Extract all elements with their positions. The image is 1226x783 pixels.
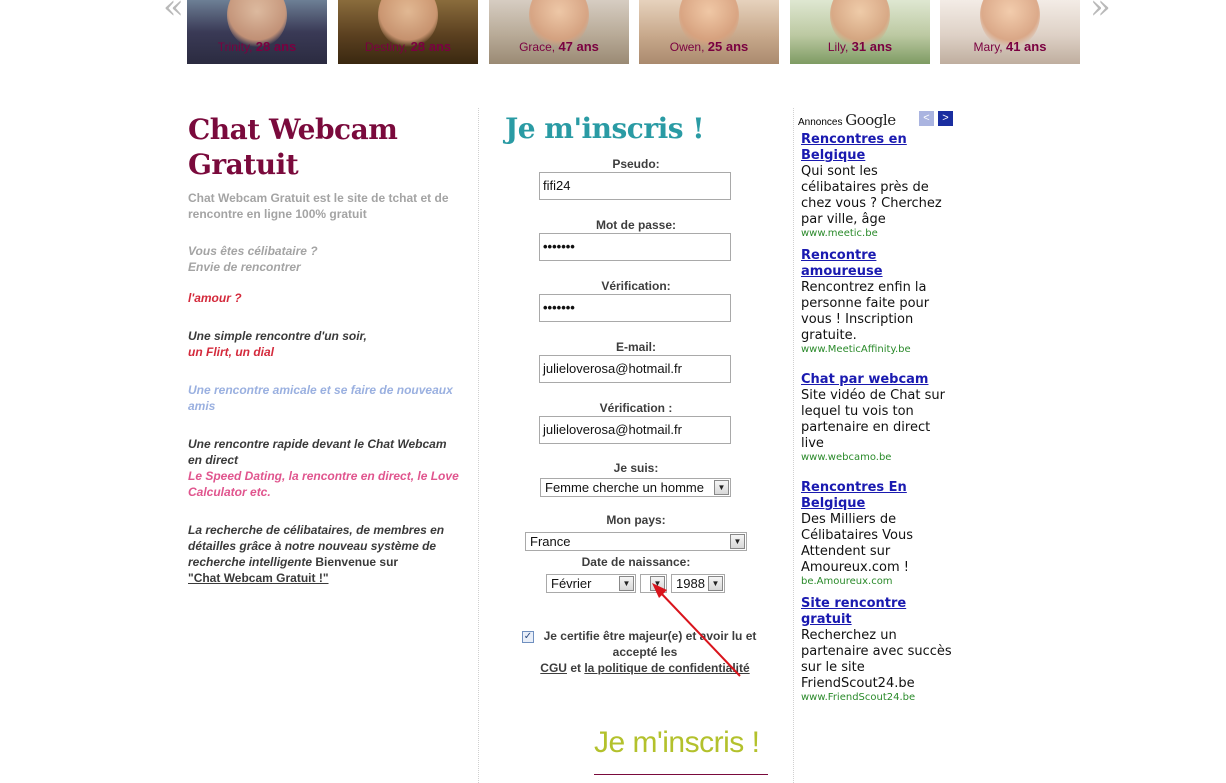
chevron-down-icon[interactable]: ▼ xyxy=(619,576,634,591)
recherche-block: La recherche de célibataires, de membres… xyxy=(188,522,463,586)
cgu-link[interactable]: CGU xyxy=(540,661,567,675)
password-label: Mot de passe: xyxy=(595,218,676,232)
form-title: Je m'inscris ! xyxy=(505,112,705,145)
signup-button[interactable]: Je m'inscris ! xyxy=(594,726,760,760)
flirt-text: un Flirt, un dial xyxy=(188,345,274,359)
pseudo-input[interactable]: fifi24 xyxy=(539,172,731,200)
ad-description: Recherchez un partenaire avec succès sur… xyxy=(801,628,952,691)
ad-url[interactable]: www.FriendScout24.be xyxy=(801,692,956,704)
month-select[interactable]: Février ▼ xyxy=(546,574,636,593)
profile-card[interactable]: Trinity, 28 ans xyxy=(187,0,327,64)
ad-title-link[interactable]: Rencontres en Belgique xyxy=(801,132,956,164)
je-suis-select[interactable]: Femme cherche un homme ▼ xyxy=(540,478,731,497)
profile-caption: Grace, 47 ans xyxy=(519,39,599,54)
consent-statement: Je certifie être majeur(e) et avoir lu e… xyxy=(543,629,757,659)
day-select[interactable]: ▼ xyxy=(640,574,667,593)
profile-caption: Destiny, 28 ans xyxy=(364,39,452,54)
privacy-link[interactable]: la politique de confidentialité xyxy=(584,661,749,675)
ad-description: Des Milliers de Célibataires Vous Attend… xyxy=(801,512,914,575)
password-input[interactable]: ••••••• xyxy=(539,233,731,261)
ad-description: Site vidéo de Chat sur lequel tu vois to… xyxy=(801,388,945,451)
simple-text: Une simple rencontre d'un soir, xyxy=(188,329,367,343)
email-input[interactable]: julieloverosa@hotmail.fr xyxy=(539,355,731,383)
ad-url[interactable]: www.MeeticAffinity.be xyxy=(801,344,956,356)
ads-prev-button[interactable]: < xyxy=(919,111,934,126)
password-verif-input[interactable]: ••••••• xyxy=(539,294,731,322)
single-question: Vous êtes célibataire ? Envie de rencont… xyxy=(188,243,463,275)
google-logo: Google xyxy=(845,111,896,129)
pays-value: France xyxy=(530,534,571,549)
amour-text: l'amour ? xyxy=(188,291,242,305)
je-suis-value: Femme cherche un homme xyxy=(545,480,704,495)
email-label: E-mail: xyxy=(615,340,656,354)
column-divider xyxy=(478,108,479,783)
rapide-text: Une rencontre rapide devant le Chat Webc… xyxy=(188,437,447,467)
consent-et: et xyxy=(570,661,581,675)
email-verif-label: Vérification : xyxy=(599,401,673,415)
strip-prev-arrow[interactable]: « xyxy=(163,0,184,24)
ads-label: Annonces xyxy=(798,117,843,128)
ad-item: Rencontres en Belgique Qui sont les céli… xyxy=(801,132,956,240)
profile-caption: Owen, 25 ans xyxy=(669,39,749,54)
bienvenue-text: Bienvenue sur xyxy=(315,555,399,569)
je-suis-label: Je suis: xyxy=(613,461,659,475)
ad-item: Rencontre amoureuse Rencontrez enfin la … xyxy=(801,248,956,356)
month-value: Février xyxy=(551,576,592,591)
single-question-line1: Vous êtes célibataire ? xyxy=(188,244,318,258)
email-verif-input[interactable]: julieloverosa@hotmail.fr xyxy=(539,416,731,444)
chevron-down-icon[interactable]: ▼ xyxy=(650,576,665,591)
profile-card[interactable]: Grace, 47 ans xyxy=(489,0,629,64)
password-verif-label: Vérification: xyxy=(601,279,671,293)
profile-caption: Trinity, 28 ans xyxy=(217,39,297,54)
intro-text: Chat Webcam Gratuit est le site de tchat… xyxy=(188,191,449,221)
ad-title-link[interactable]: Chat par webcam xyxy=(801,372,956,388)
speed-text: Le Speed Dating, la rencontre en direct,… xyxy=(188,469,459,499)
site-link[interactable]: "Chat Webcam Gratuit !" xyxy=(188,571,329,585)
ad-item: Chat par webcam Site vidéo de Chat sur l… xyxy=(801,372,956,464)
ad-item: Rencontres En Belgique Des Milliers de C… xyxy=(801,480,956,588)
ad-item: Site rencontre gratuit Recherchez un par… xyxy=(801,596,956,704)
ad-title-link[interactable]: Rencontre amoureuse xyxy=(801,248,956,280)
ad-url[interactable]: be.Amoureux.com xyxy=(801,576,956,588)
consent-text: Je certifie être majeur(e) et avoir lu e… xyxy=(530,628,760,676)
single-question-line2: Envie de rencontrer xyxy=(188,260,301,274)
ad-url[interactable]: www.webcamo.be xyxy=(801,452,956,464)
strip-next-arrow[interactable]: » xyxy=(1090,0,1111,24)
naissance-label: Date de naissance: xyxy=(581,555,691,569)
profile-card[interactable]: Mary, 41 ans xyxy=(940,0,1080,64)
column-divider xyxy=(793,108,794,783)
profile-caption: Mary, 41 ans xyxy=(973,39,1047,54)
profile-card[interactable]: Lily, 31 ans xyxy=(790,0,930,64)
chevron-down-icon[interactable]: ▼ xyxy=(730,534,745,549)
ad-title-link[interactable]: Rencontres En Belgique xyxy=(801,480,956,512)
profile-caption: Lily, 31 ans xyxy=(827,39,893,54)
amicale-text: Une rencontre amicale et se faire de nou… xyxy=(188,383,453,413)
ad-description: Rencontrez enfin la personne faite pour … xyxy=(801,280,930,343)
profile-card[interactable]: Owen, 25 ans xyxy=(639,0,779,64)
pays-label: Mon pays: xyxy=(606,513,666,527)
chevron-down-icon[interactable]: ▼ xyxy=(714,480,729,495)
profile-card[interactable]: Destiny, 28 ans xyxy=(338,0,478,64)
ad-description: Qui sont les célibataires près de chez v… xyxy=(801,164,942,227)
year-value: 1988 xyxy=(676,576,705,591)
signup-underline xyxy=(594,774,768,775)
ads-header: Annonces Google xyxy=(798,111,896,129)
year-select[interactable]: 1988 ▼ xyxy=(671,574,725,593)
page-title: Chat Webcam Gratuit xyxy=(188,113,398,181)
ads-next-button[interactable]: > xyxy=(938,111,953,126)
ad-url[interactable]: www.meetic.be xyxy=(801,228,956,240)
chevron-down-icon[interactable]: ▼ xyxy=(708,576,723,591)
simple-block: Une simple rencontre d'un soir, un Flirt… xyxy=(188,328,463,360)
rapide-block: Une rencontre rapide devant le Chat Webc… xyxy=(188,436,463,500)
pseudo-label: Pseudo: xyxy=(612,157,660,171)
ad-title-link[interactable]: Site rencontre gratuit xyxy=(801,596,956,628)
pays-select[interactable]: France ▼ xyxy=(525,532,747,551)
